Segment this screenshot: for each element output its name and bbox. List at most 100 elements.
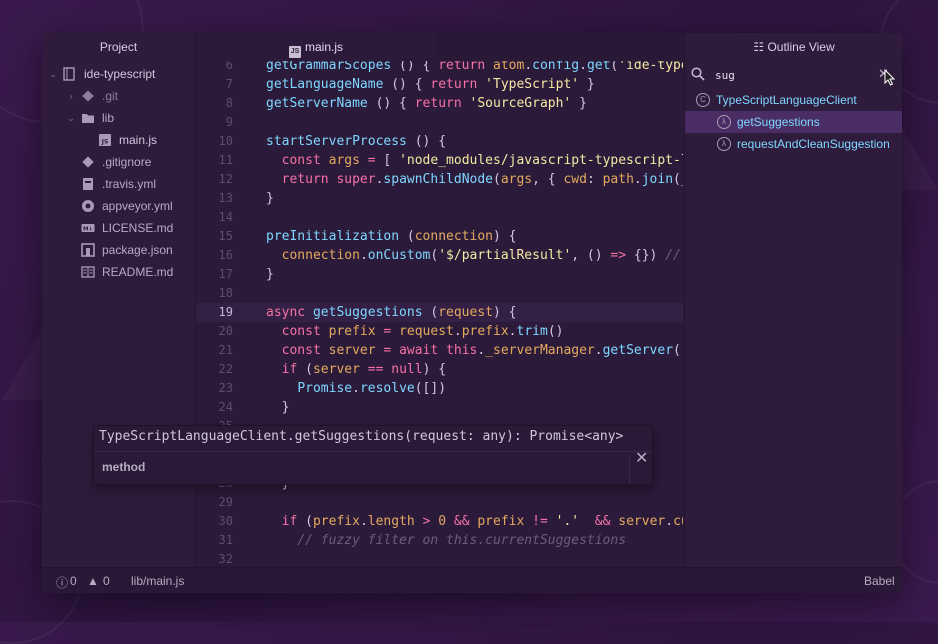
mouse-cursor-icon <box>884 69 896 86</box>
line-number: 8 <box>225 96 233 110</box>
tree-item-label: main.js <box>119 133 158 147</box>
code-line[interactable]: 24 } <box>196 398 683 417</box>
line-number: 15 <box>218 229 233 243</box>
outline-item-getsuggestions[interactable]: λ getSuggestions <box>685 111 902 133</box>
line-number: 9 <box>225 115 233 129</box>
method-icon: λ <box>717 115 731 129</box>
line-number: 31 <box>218 533 233 547</box>
line-number: 22 <box>218 362 233 376</box>
tree-item-label: appveyor.yml <box>102 199 173 213</box>
outline-title: ☷ Outline View <box>685 33 902 61</box>
outline-view: ☷ Outline View ✕ C TypeScriptLanguageCli… <box>684 33 902 567</box>
outline-search-input[interactable] <box>713 65 867 85</box>
code-line[interactable]: 11 const args = [ 'node_modules/javascri… <box>196 151 683 170</box>
tree-item-readme[interactable]: README.md <box>42 261 195 283</box>
tree-title: Project <box>99 40 138 54</box>
line-number: 18 <box>218 286 233 300</box>
chevron-down-icon[interactable]: ⌄ <box>48 63 58 85</box>
code-line[interactable]: 22 if (server == null) { <box>196 360 683 379</box>
error-icon[interactable]: ⓘ <box>56 574 68 591</box>
line-number: 16 <box>218 248 233 262</box>
divider <box>94 451 652 452</box>
tree-item-main-js[interactable]: JS main.js <box>42 129 195 151</box>
code-line[interactable]: 21 const server = await this._serverMana… <box>196 341 683 360</box>
code-line[interactable]: 23 Promise.resolve([]) <box>196 379 683 398</box>
code-line[interactable]: 31 // fuzzy filter on this.currentSugges… <box>196 531 683 550</box>
warning-count[interactable]: 0 <box>103 574 110 588</box>
line-number: 32 <box>218 552 233 566</box>
tree-item-label: ide-typescript <box>84 67 156 81</box>
code-line[interactable]: 9 <box>196 113 683 132</box>
code-lines[interactable]: 6 getGrammarScopes () { return atom.confi… <box>196 56 683 567</box>
code-editor[interactable]: 6 getGrammarScopes () { return atom.confi… <box>196 33 683 567</box>
error-count[interactable]: 0 <box>70 574 77 588</box>
git-icon <box>82 156 94 168</box>
code-line[interactable]: 13} <box>196 189 683 208</box>
tree-item-license[interactable]: M↓ LICENSE.md <box>42 217 195 239</box>
tree-item-lib[interactable]: ⌄ lib <box>42 107 195 129</box>
grammar-selector[interactable]: Babel <box>864 574 895 588</box>
outline-title-label: Outline View <box>767 40 835 54</box>
outline-item-label: TypeScriptLanguageClient <box>716 93 857 107</box>
code-line[interactable]: 15 preInitialization (connection) { <box>196 227 683 246</box>
code-line[interactable]: 32 <box>196 550 683 567</box>
tree-item-label: README.md <box>102 265 174 279</box>
js-file-icon: JS <box>99 134 111 146</box>
appveyor-icon <box>82 200 94 212</box>
code-line[interactable]: 18 <box>196 284 683 303</box>
tab-bar: JS main.js <box>196 33 683 61</box>
repo-icon <box>63 67 75 81</box>
book-icon <box>81 266 95 278</box>
warning-icon[interactable]: ▲ <box>87 574 99 588</box>
svg-text:M↓: M↓ <box>83 226 93 233</box>
code-line[interactable]: 12 return super.spawnChildNode(args, { c… <box>196 170 683 189</box>
code-line[interactable]: 16 connection.onCustom('$/partialResult'… <box>196 246 683 265</box>
signature-text: TypeScriptLanguageClient.getSuggestions(… <box>99 429 624 444</box>
chevron-down-icon[interactable]: ⌄ <box>66 107 76 129</box>
tree-item-appveyor[interactable]: appveyor.yml <box>42 195 195 217</box>
datatip: TypeScriptLanguageClient.getSuggestions(… <box>93 425 653 485</box>
status-bar: ⓘ 0 ▲ 0 lib/main.js Babel <box>42 567 902 593</box>
tree-item-label: LICENSE.md <box>102 221 174 235</box>
code-line-current[interactable]: 19 async getSuggestions (request) { <box>196 303 683 322</box>
code-line[interactable]: 17} <box>196 265 683 284</box>
line-number: 29 <box>218 495 233 509</box>
line-number: 10 <box>218 134 233 148</box>
code-line[interactable]: 20 const prefix = request.prefix.trim() <box>196 322 683 341</box>
project-tree: Project ⌄ ide-typescript › .git ⌄ lib JS… <box>42 33 196 567</box>
list-icon: ☷ <box>753 40 768 54</box>
tree-item-label: lib <box>102 111 115 125</box>
line-number: 13 <box>218 191 233 205</box>
file-path[interactable]: lib/main.js <box>131 574 184 588</box>
code-line[interactable]: 10 startServerProcess () { <box>196 132 683 151</box>
tree-item-root[interactable]: ⌄ ide-typescript <box>42 63 195 85</box>
outline-item-class[interactable]: C TypeScriptLanguageClient <box>685 89 902 111</box>
code-line[interactable]: 7 getLanguageName () { return 'TypeScript… <box>196 75 683 94</box>
line-number: 19 <box>218 305 233 319</box>
code-line[interactable]: 30 if (prefix.length > 0 && prefix != '.… <box>196 512 683 531</box>
divider <box>629 455 630 484</box>
code-line[interactable]: 14 <box>196 208 683 227</box>
line-number: 14 <box>218 210 233 224</box>
tree-item-gitignore[interactable]: .gitignore <box>42 151 195 173</box>
code-line[interactable]: 29 <box>196 493 683 512</box>
tree-item-git[interactable]: › .git <box>42 85 195 107</box>
tree-item-travis[interactable]: .travis.yml <box>42 173 195 195</box>
chevron-right-icon[interactable]: › <box>66 85 76 107</box>
class-icon: C <box>696 93 710 107</box>
npm-icon <box>81 243 95 257</box>
close-icon[interactable]: ✕ <box>635 448 649 468</box>
editor-window: Project ⌄ ide-typescript › .git ⌄ lib JS… <box>42 33 902 593</box>
folder-icon <box>82 114 94 123</box>
travis-icon <box>83 178 93 190</box>
method-icon: λ <box>717 137 731 151</box>
tree-item-package[interactable]: package.json <box>42 239 195 261</box>
outline-item-label: getSuggestions <box>737 115 820 129</box>
tab-main-js[interactable]: JS main.js <box>196 33 436 61</box>
outline-item-requestandclean[interactable]: λ requestAndCleanSuggestion <box>685 133 902 155</box>
line-number: 11 <box>218 153 233 167</box>
tree-item-label: .gitignore <box>102 155 152 169</box>
code-line[interactable]: 8 getServerName () { return 'SourceGraph'… <box>196 94 683 113</box>
js-file-icon: JS <box>288 46 301 58</box>
line-number: 17 <box>218 267 233 281</box>
